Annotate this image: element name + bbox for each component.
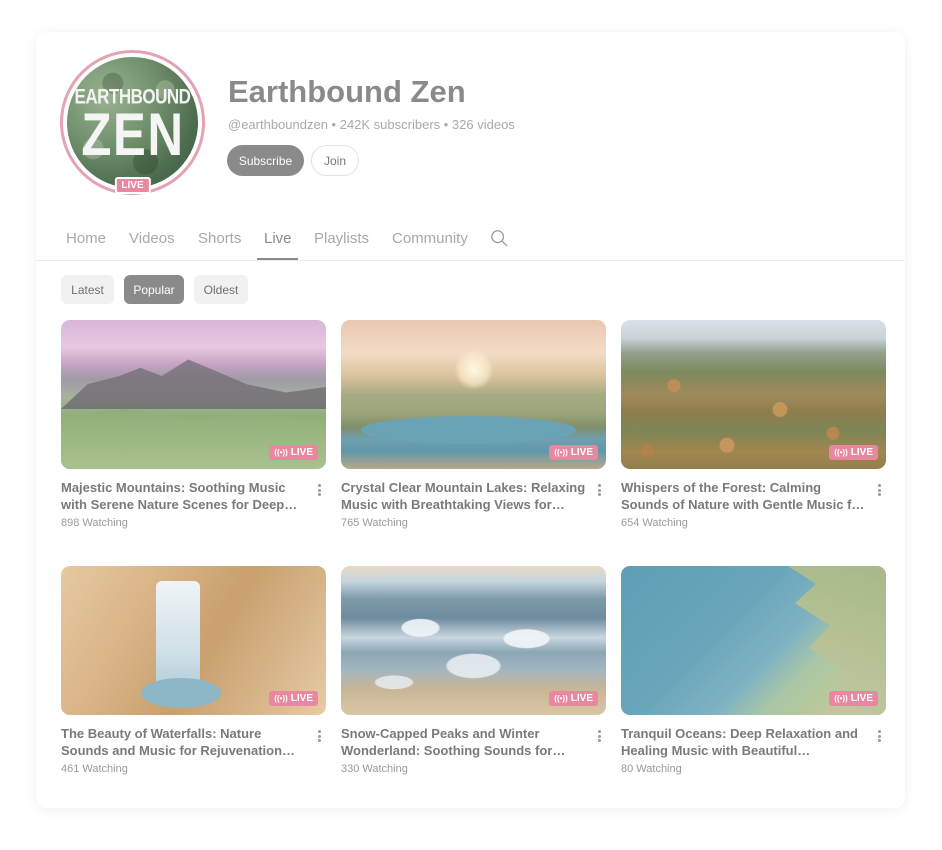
video-thumbnail[interactable]: ((•)) LIVE: [61, 566, 326, 715]
more-vert-icon[interactable]: [594, 728, 604, 744]
live-badge-label: LIVE: [290, 693, 313, 704]
more-vert-icon[interactable]: [874, 482, 884, 498]
tab-videos[interactable]: Videos: [129, 230, 175, 247]
channel-avatar[interactable]: EARTHBOUND ZEN LIVE: [60, 50, 205, 195]
avatar-live-badge: LIVE: [114, 177, 151, 194]
tab-playlists[interactable]: Playlists: [314, 230, 369, 247]
tab-live[interactable]: Live: [264, 230, 292, 247]
join-button[interactable]: Join: [311, 145, 359, 176]
live-broadcast-icon: ((•)): [834, 448, 848, 457]
video-thumbnail[interactable]: ((•)) LIVE: [621, 566, 886, 715]
channel-page-card: EARTHBOUND ZEN LIVE Earthbound Zen @eart…: [36, 32, 905, 808]
more-vert-icon[interactable]: [874, 728, 884, 744]
live-badge: ((•)) LIVE: [549, 445, 598, 460]
video-title[interactable]: Tranquil Oceans: Deep Relaxation and Hea…: [621, 725, 866, 759]
video-viewers: 654 Watching: [621, 517, 688, 529]
more-vert-icon[interactable]: [594, 482, 604, 498]
avatar-image: EARTHBOUND ZEN: [67, 57, 198, 188]
search-icon[interactable]: [490, 229, 508, 247]
active-tab-indicator: [257, 258, 298, 260]
live-badge: ((•)) LIVE: [549, 691, 598, 706]
video-title[interactable]: Snow-Capped Peaks and Winter Wonderland:…: [341, 725, 586, 759]
tab-home[interactable]: Home: [66, 230, 106, 247]
live-broadcast-icon: ((•)): [274, 694, 288, 703]
live-broadcast-icon: ((•)): [554, 694, 568, 703]
live-badge: ((•)) LIVE: [829, 691, 878, 706]
channel-name: Earthbound Zen: [228, 74, 466, 109]
filter-popular[interactable]: Popular: [124, 275, 184, 304]
video-thumbnail[interactable]: ((•)) LIVE: [341, 566, 606, 715]
video-viewers: 765 Watching: [341, 517, 408, 529]
live-badge: ((•)) LIVE: [269, 691, 318, 706]
channel-tabs: Home Videos Shorts Live Playlists Commun…: [36, 220, 905, 261]
subscribe-button[interactable]: Subscribe: [227, 145, 304, 176]
video-viewers: 461 Watching: [61, 763, 128, 775]
video-thumbnail[interactable]: ((•)) LIVE: [61, 320, 326, 469]
live-badge-label: LIVE: [850, 693, 873, 704]
video-title[interactable]: Crystal Clear Mountain Lakes: Relaxing M…: [341, 479, 586, 513]
filter-latest[interactable]: Latest: [61, 275, 114, 304]
video-card[interactable]: ((•)) LIVE Snow-Capped Peaks and Winter …: [341, 566, 606, 775]
more-vert-icon[interactable]: [314, 482, 324, 498]
live-badge-label: LIVE: [850, 447, 873, 458]
live-badge-label: LIVE: [570, 693, 593, 704]
live-broadcast-icon: ((•)): [274, 448, 288, 457]
video-card[interactable]: ((•)) LIVE The Beauty of Waterfalls: Nat…: [61, 566, 326, 775]
tab-shorts[interactable]: Shorts: [198, 230, 241, 247]
live-badge: ((•)) LIVE: [269, 445, 318, 460]
video-title[interactable]: The Beauty of Waterfalls: Nature Sounds …: [61, 725, 306, 759]
video-card[interactable]: ((•)) LIVE Majestic Mountains: Soothing …: [61, 320, 326, 529]
avatar-logo-main: ZEN: [80, 100, 185, 168]
video-card[interactable]: ((•)) LIVE Crystal Clear Mountain Lakes:…: [341, 320, 606, 529]
live-badge: ((•)) LIVE: [829, 445, 878, 460]
video-thumbnail[interactable]: ((•)) LIVE: [341, 320, 606, 469]
tab-community[interactable]: Community: [392, 230, 468, 247]
video-title[interactable]: Majestic Mountains: Soothing Music with …: [61, 479, 306, 513]
channel-meta: @earthboundzen • 242K subscribers • 326 …: [228, 117, 515, 132]
video-title[interactable]: Whispers of the Forest: Calming Sounds o…: [621, 479, 866, 513]
video-viewers: 898 Watching: [61, 517, 128, 529]
more-vert-icon[interactable]: [314, 728, 324, 744]
live-badge-label: LIVE: [290, 447, 313, 458]
live-broadcast-icon: ((•)): [554, 448, 568, 457]
live-badge-label: LIVE: [570, 447, 593, 458]
video-card[interactable]: ((•)) LIVE Whispers of the Forest: Calmi…: [621, 320, 886, 529]
video-thumbnail[interactable]: ((•)) LIVE: [621, 320, 886, 469]
live-broadcast-icon: ((•)): [834, 694, 848, 703]
video-viewers: 80 Watching: [621, 763, 682, 775]
video-viewers: 330 Watching: [341, 763, 408, 775]
filter-oldest[interactable]: Oldest: [194, 275, 248, 304]
video-card[interactable]: ((•)) LIVE Tranquil Oceans: Deep Relaxat…: [621, 566, 886, 775]
